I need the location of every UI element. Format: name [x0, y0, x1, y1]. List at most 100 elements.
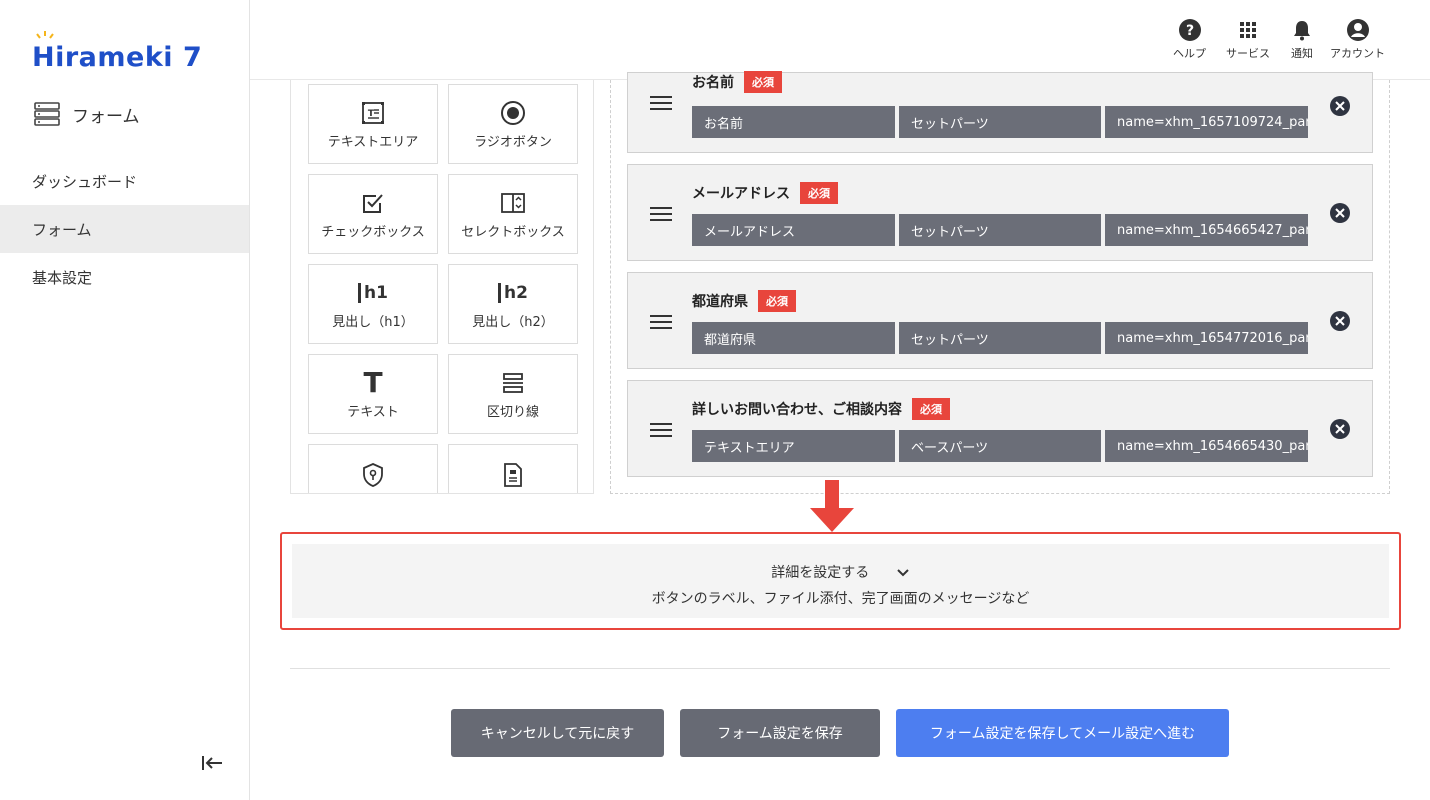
palette-tile-text[interactable]: T テキスト — [308, 354, 438, 434]
divider — [290, 668, 1390, 669]
tile-label: セレクトボックス — [461, 224, 565, 240]
help-button[interactable]: ? ヘルプ — [1173, 18, 1206, 61]
tile-label: 見出し（h1） — [332, 314, 414, 330]
account-button[interactable]: アカウント — [1330, 18, 1385, 61]
tile-label: チェックボックス — [321, 224, 425, 240]
drag-handle-icon[interactable] — [650, 422, 672, 438]
remove-field-icon[interactable] — [1329, 310, 1351, 332]
field-title-text: お名前 — [692, 75, 734, 91]
required-badge: 必須 — [744, 71, 782, 93]
sidebar-item-dashboard[interactable]: ダッシュボード — [0, 157, 249, 205]
drag-handle-icon[interactable] — [650, 206, 672, 222]
form-field-row[interactable]: メールアドレス 必須 メールアドレス セットパーツ name=xhm_16546… — [627, 164, 1373, 261]
palette-tile-radio[interactable]: ラジオボタン — [448, 84, 578, 164]
help-label: ヘルプ — [1173, 47, 1206, 60]
palette-tile-checkbox[interactable]: チェックボックス — [308, 174, 438, 254]
field-name-cell: name=xhm_1654665427_parts — [1105, 214, 1308, 246]
h1-icon: h1 — [358, 279, 388, 307]
sidebar-item-label: フォーム — [32, 220, 92, 239]
field-title: 詳しいお問い合わせ、ご相談内容 必須 — [692, 398, 950, 420]
palette-tile-h2[interactable]: h2 見出し（h2） — [448, 264, 578, 344]
tile-label: 区切り線 — [486, 404, 539, 420]
field-parts-cell: セットパーツ — [899, 214, 1101, 246]
details-title: 詳細を設定する — [292, 562, 1389, 582]
remove-field-icon[interactable] — [1329, 95, 1351, 117]
divider-icon — [503, 372, 523, 393]
account-icon — [1346, 19, 1369, 41]
chevron-down-icon — [897, 569, 909, 577]
h2-glyph: h2 — [504, 282, 528, 303]
bell-icon — [1294, 21, 1310, 41]
logo-text: Hirameki 7 — [32, 42, 203, 73]
field-parts-cell: セットパーツ — [899, 322, 1101, 354]
apps-grid-icon — [1240, 22, 1256, 38]
textarea-icon: T — [362, 101, 384, 124]
palette-tile-selectbox[interactable]: セレクトボックス — [448, 174, 578, 254]
sidebar-section-title: フォーム — [72, 106, 140, 127]
field-title-text: 詳しいお問い合わせ、ご相談内容 — [692, 402, 902, 418]
sidebar-item-label: ダッシュボード — [32, 172, 138, 191]
services-button[interactable]: サービス — [1226, 18, 1270, 61]
server-icon — [34, 102, 60, 126]
checkbox-icon — [363, 193, 383, 213]
remove-field-icon[interactable] — [1329, 418, 1351, 440]
account-label: アカウント — [1330, 47, 1385, 60]
form-field-row[interactable]: 詳しいお問い合わせ、ご相談内容 必須 テキストエリア ベースパーツ name=x… — [627, 380, 1373, 477]
field-type-cell: テキストエリア — [692, 430, 895, 462]
collapse-sidebar-icon[interactable] — [200, 751, 224, 775]
tile-label: 見出し（h2） — [472, 314, 554, 330]
tile-label: ラジオボタン — [474, 134, 552, 150]
palette-tile-divider[interactable]: 区切り線 — [448, 354, 578, 434]
svg-text:?: ? — [1185, 23, 1193, 39]
details-title-text: 詳細を設定する — [771, 565, 870, 581]
logo[interactable]: Hirameki 7 — [32, 31, 203, 73]
field-name-cell: name=xhm_1657109724_parts — [1105, 106, 1308, 138]
tile-label: テキストエリア — [327, 134, 419, 150]
h2-icon: h2 — [498, 279, 528, 307]
field-title: メールアドレス 必須 — [692, 182, 838, 204]
palette-tile-document[interactable] — [448, 444, 578, 493]
radio-icon — [501, 100, 525, 125]
remove-field-icon[interactable] — [1329, 202, 1351, 224]
palette-tile-privacy[interactable] — [308, 444, 438, 493]
h1-glyph: h1 — [364, 282, 388, 303]
required-badge: 必須 — [912, 398, 950, 420]
field-name-cell: name=xhm_1654665430_parts — [1105, 430, 1308, 462]
field-cells: テキストエリア ベースパーツ name=xhm_1654665430_parts — [692, 430, 1308, 462]
field-type-cell: お名前 — [692, 106, 895, 138]
drag-handle-icon[interactable] — [650, 95, 672, 111]
services-label: サービス — [1226, 47, 1270, 60]
sidebar-item-label: 基本設定 — [32, 268, 93, 287]
details-toggle[interactable]: 詳細を設定する ボタンのラベル、ファイル添付、完了画面のメッセージなど — [292, 544, 1389, 618]
field-parts-cell: ベースパーツ — [899, 430, 1101, 462]
form-canvas: お名前 必須 お名前 セットパーツ name=xhm_1657109724_pa… — [610, 71, 1390, 494]
notifications-button[interactable]: 通知 — [1290, 18, 1314, 61]
field-title-text: メールアドレス — [692, 186, 790, 202]
cancel-button[interactable]: キャンセルして元に戻す — [451, 709, 664, 757]
tile-label: テキスト — [347, 404, 399, 420]
parts-palette: T テキストエリア ラジオボタン チェックボックス セレクトボックス h1 見出… — [290, 80, 594, 494]
field-title: 都道府県 必須 — [692, 290, 796, 312]
save-and-next-button[interactable]: フォーム設定を保存してメール設定へ進む — [896, 709, 1229, 757]
sidebar-item-basic-settings[interactable]: 基本設定 — [0, 253, 249, 301]
sidebar: Hirameki 7 フォーム ダッシュボード フォーム 基本設定 — [0, 0, 250, 800]
required-badge: 必須 — [800, 182, 838, 204]
form-field-row[interactable]: 都道府県 必須 都道府県 セットパーツ name=xhm_1654772016_… — [627, 272, 1373, 369]
field-cells: お名前 セットパーツ name=xhm_1657109724_parts — [692, 106, 1308, 138]
text-glyph: T — [363, 365, 383, 399]
save-button[interactable]: フォーム設定を保存 — [680, 709, 880, 757]
details-highlight-frame: 詳細を設定する ボタンのラベル、ファイル添付、完了画面のメッセージなど — [280, 532, 1401, 630]
required-badge: 必須 — [758, 290, 796, 312]
document-lock-icon — [504, 463, 522, 487]
palette-tile-h1[interactable]: h1 見出し（h1） — [308, 264, 438, 344]
sidebar-item-form[interactable]: フォーム — [0, 205, 249, 253]
sidebar-section-form: フォーム — [34, 101, 140, 127]
form-field-row[interactable]: お名前 必須 お名前 セットパーツ name=xhm_1657109724_pa… — [627, 71, 1373, 153]
field-type-cell: 都道府県 — [692, 322, 895, 354]
help-icon: ? — [1178, 19, 1201, 41]
selectbox-icon — [501, 192, 525, 213]
drag-handle-icon[interactable] — [650, 314, 672, 330]
field-title-text: 都道府県 — [692, 294, 748, 310]
field-cells: 都道府県 セットパーツ name=xhm_1654772016_parts — [692, 322, 1308, 354]
palette-tile-textarea[interactable]: T テキストエリア — [308, 84, 438, 164]
